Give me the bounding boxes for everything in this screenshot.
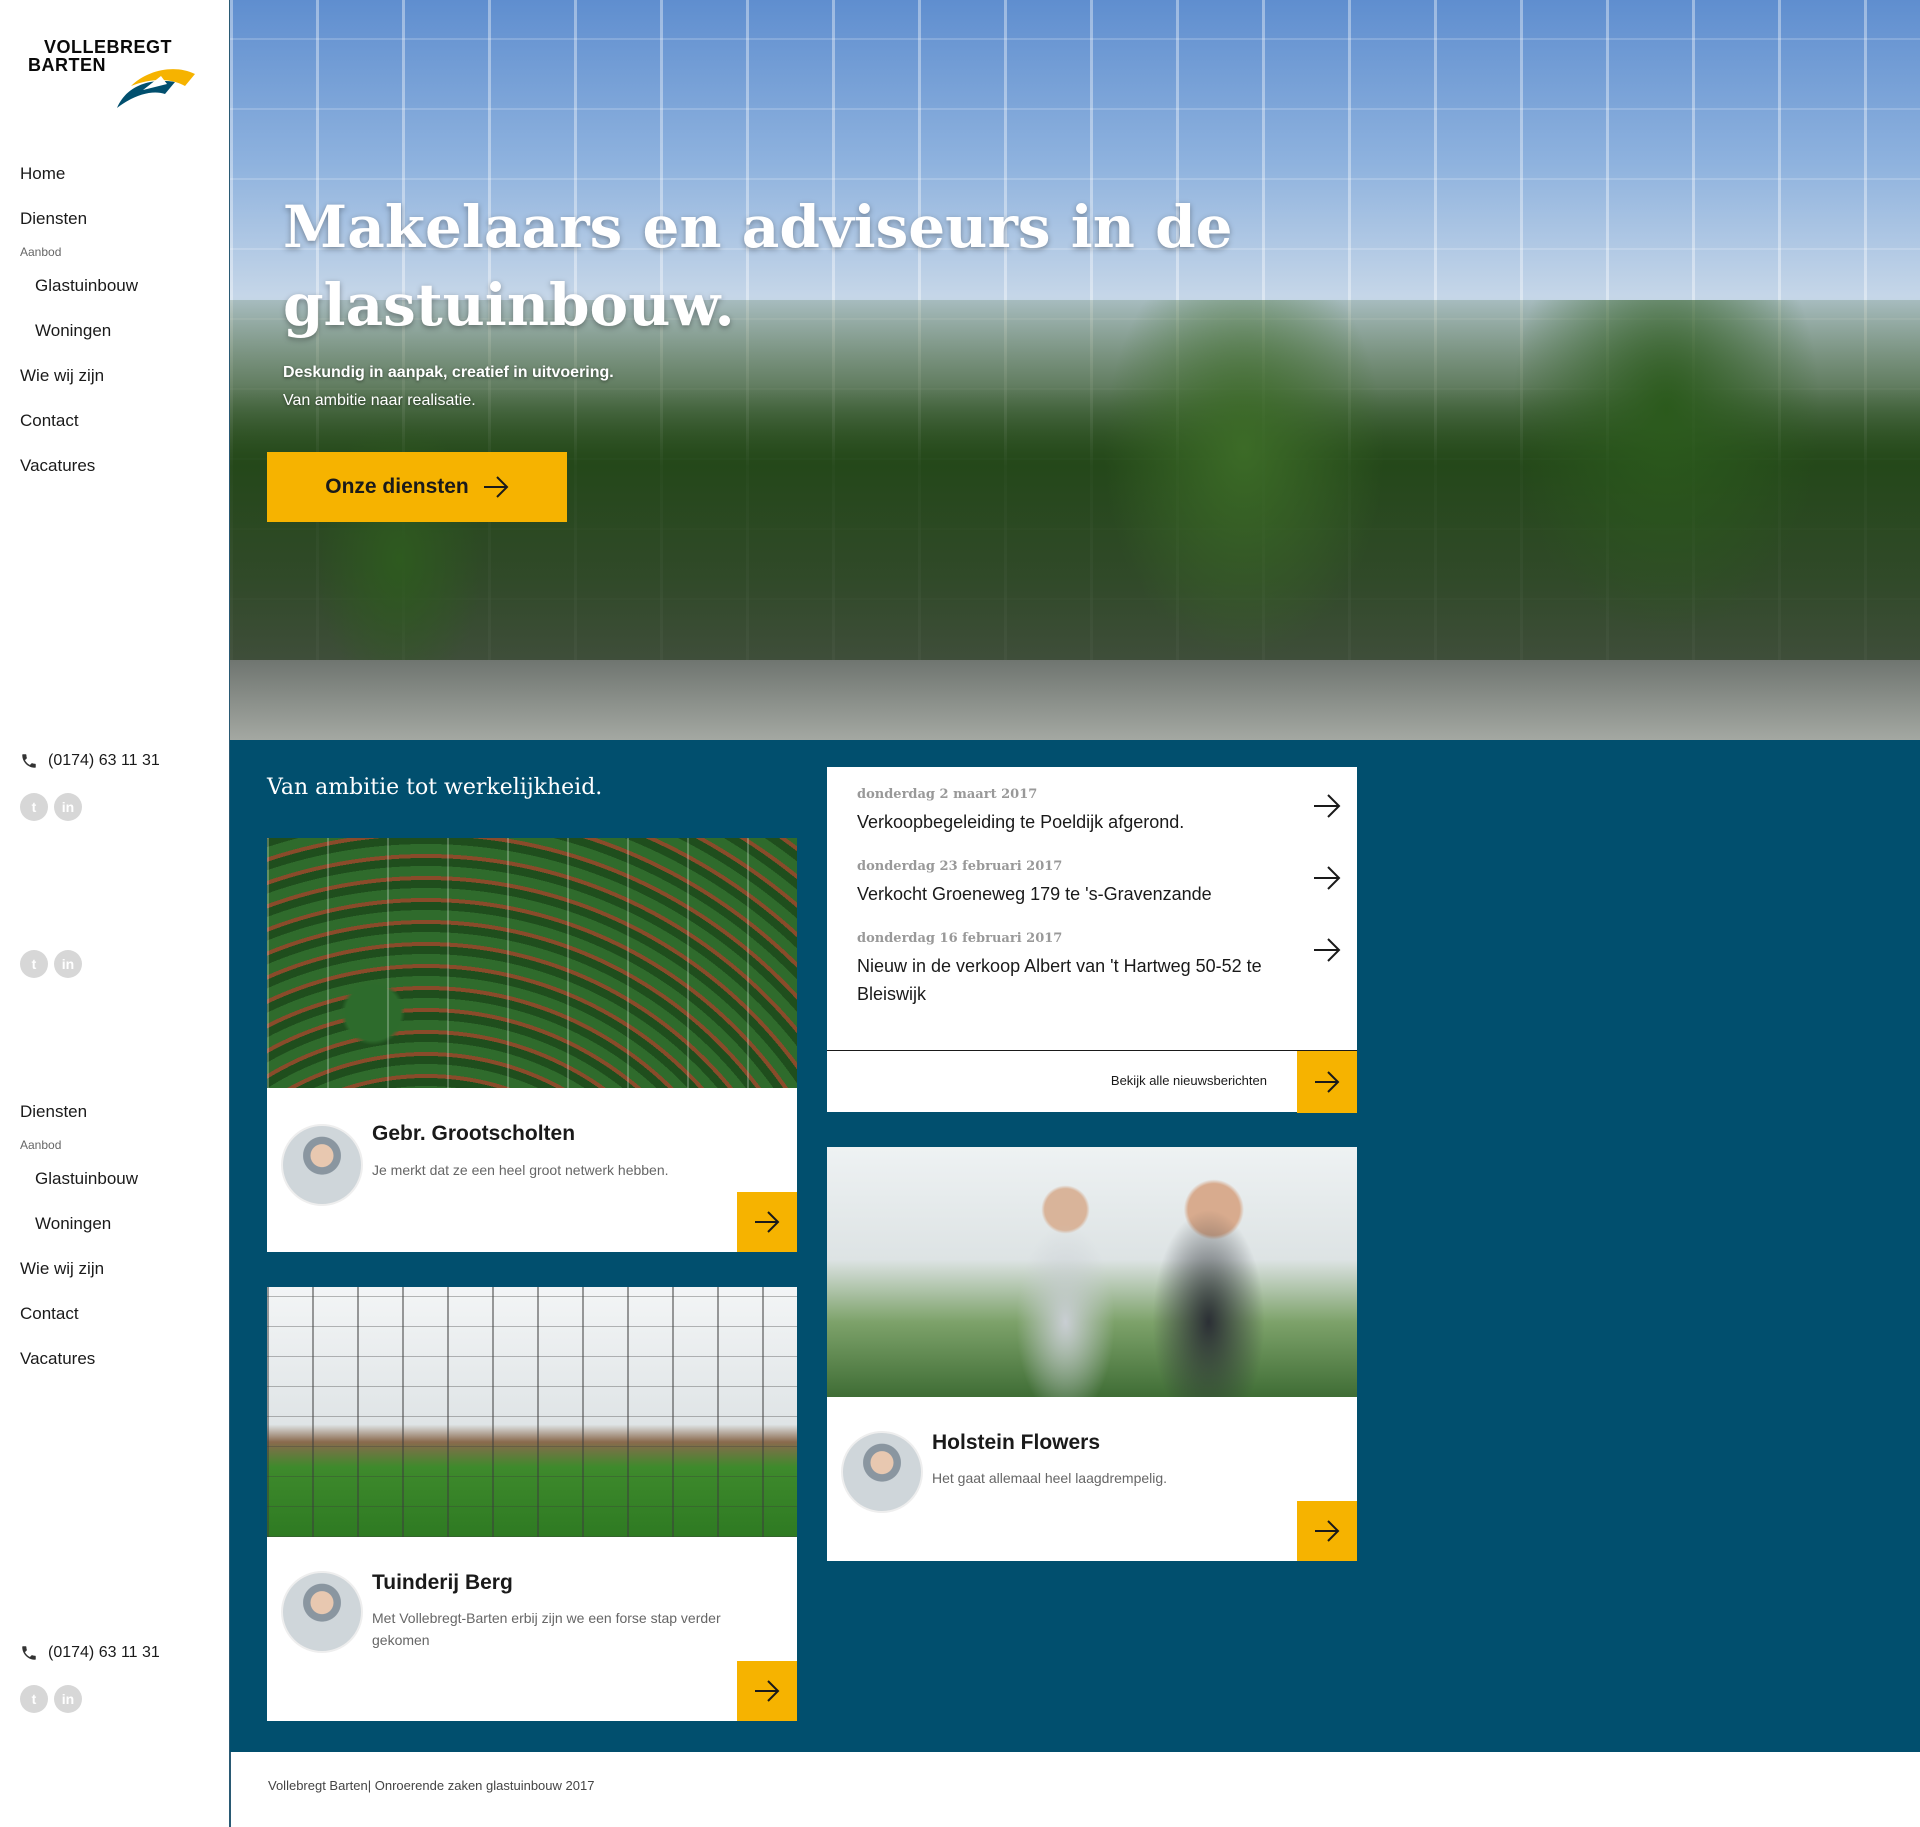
avatar bbox=[281, 1571, 363, 1653]
card-arrow-button[interactable] bbox=[737, 1192, 797, 1252]
nav-vacatures[interactable]: Vacatures bbox=[20, 1336, 138, 1381]
news-date: donderdag 16 februari 2017 bbox=[857, 931, 1063, 946]
all-news-link[interactable]: Bekijk alle nieuwsberichten bbox=[1111, 1073, 1267, 1088]
testimonial-card[interactable]: Gebr. Grootscholten Je merkt dat ze een … bbox=[267, 838, 797, 1252]
nav-glastuinbouw[interactable]: Glastuinbouw bbox=[20, 263, 138, 308]
page-footer: Vollebregt Barten| Onroerende zaken glas… bbox=[230, 1752, 1920, 1827]
services-button-label: Onze diensten bbox=[325, 475, 469, 498]
arrow-right-icon[interactable] bbox=[1313, 866, 1341, 890]
arrow-right-icon[interactable] bbox=[1313, 794, 1341, 818]
twitter-icon[interactable]: t bbox=[20, 1685, 48, 1713]
linkedin-icon[interactable]: in bbox=[54, 1685, 82, 1713]
phone-icon bbox=[22, 1646, 36, 1660]
nav-aanbod-label: Aanbod bbox=[20, 245, 62, 259]
nav-woningen[interactable]: Woningen bbox=[20, 308, 138, 353]
logo-mark-icon bbox=[117, 69, 195, 108]
nav-contact[interactable]: Contact bbox=[20, 1291, 138, 1336]
arrow-right-icon bbox=[755, 1680, 780, 1702]
footer-text: Vollebregt Barten| Onroerende zaken glas… bbox=[268, 1778, 595, 1793]
nav-home[interactable]: Home bbox=[20, 151, 138, 196]
card-photo bbox=[267, 1287, 797, 1537]
card-name: Holstein Flowers bbox=[932, 1431, 1101, 1454]
nav-vacatures[interactable]: Vacatures bbox=[20, 443, 138, 488]
arrow-right-icon bbox=[755, 1211, 780, 1233]
linkedin-icon[interactable]: in bbox=[54, 950, 82, 978]
nav-contact[interactable]: Contact bbox=[20, 398, 138, 443]
card-photo bbox=[267, 838, 797, 1088]
social-links-2: t in bbox=[20, 950, 82, 978]
nav-woningen[interactable]: Woningen bbox=[20, 1201, 138, 1246]
news-footer: Bekijk alle nieuwsberichten bbox=[827, 1050, 1357, 1113]
arrow-right-icon bbox=[1315, 1520, 1340, 1542]
logo[interactable]: VOLLEBREGT BARTEN bbox=[28, 36, 198, 116]
news-title: Verkoopbegeleiding te Poeldijk afgerond. bbox=[857, 812, 1185, 832]
phone[interactable]: (0174) 63 11 31 bbox=[20, 752, 160, 770]
phone-number: (0174) 63 11 31 bbox=[48, 1644, 160, 1661]
card-name: Tuinderij Berg bbox=[372, 1571, 513, 1594]
phone-number: (0174) 63 11 31 bbox=[48, 752, 160, 769]
nav-wie-wij-zijn[interactable]: Wie wij zijn bbox=[20, 1246, 138, 1291]
twitter-icon[interactable]: t bbox=[20, 950, 48, 978]
hero-subtitle: Van ambitie naar realisatie. bbox=[283, 392, 476, 409]
news-date: donderdag 23 februari 2017 bbox=[857, 859, 1063, 874]
linkedin-icon[interactable]: in bbox=[54, 793, 82, 821]
news-item[interactable]: donderdag 16 februari 2017 Nieuw in de v… bbox=[857, 931, 1297, 1008]
nav-aanbod-label: Aanbod bbox=[20, 1138, 62, 1152]
services-button[interactable]: Onze diensten bbox=[267, 452, 567, 522]
arrow-right-icon[interactable] bbox=[1313, 938, 1341, 962]
greenhouse-floor bbox=[230, 660, 1920, 740]
card-arrow-button[interactable] bbox=[1297, 1501, 1357, 1561]
phone-icon bbox=[22, 754, 36, 768]
avatar bbox=[841, 1431, 923, 1513]
phone-2[interactable]: (0174) 63 11 31 bbox=[20, 1644, 160, 1662]
logo-line2: BARTEN bbox=[28, 55, 106, 75]
social-links: t in bbox=[20, 793, 82, 821]
arrow-right-icon bbox=[483, 476, 509, 498]
news-title: Nieuw in de verkoop Albert van 't Hartwe… bbox=[857, 956, 1262, 1004]
card-photo bbox=[827, 1147, 1357, 1397]
sidebar: VOLLEBREGT BARTEN Home Diensten Aanbod G… bbox=[0, 0, 230, 1827]
card-quote: Je merkt dat ze een heel groot netwerk h… bbox=[372, 1162, 669, 1178]
testimonial-card[interactable]: Tuinderij Berg Met Vollebregt-Barten erb… bbox=[267, 1287, 797, 1721]
card-quote: Het gaat allemaal heel laagdrempelig. bbox=[932, 1470, 1168, 1486]
news-item[interactable]: donderdag 2 maart 2017 Verkoopbegeleidin… bbox=[857, 787, 1297, 836]
section-title: Van ambitie tot werkelijkheid. bbox=[267, 775, 603, 800]
card-arrow-button[interactable] bbox=[737, 1661, 797, 1721]
avatar bbox=[281, 1124, 363, 1206]
arrow-right-icon bbox=[1315, 1071, 1340, 1093]
news-item[interactable]: donderdag 23 februari 2017 Verkocht Groe… bbox=[857, 859, 1297, 908]
hero-subtitle-bold: Deskundig in aanpak, creatief in uitvoer… bbox=[283, 364, 614, 381]
logo-line1: VOLLEBREGT bbox=[44, 37, 173, 57]
twitter-icon[interactable]: t bbox=[20, 793, 48, 821]
footer-nav: Diensten Aanbod Glastuinbouw Woningen Wi… bbox=[20, 1089, 138, 1381]
card-name: Gebr. Grootscholten bbox=[372, 1122, 576, 1145]
news-title: Verkocht Groeneweg 179 te 's-Gravenzande bbox=[857, 884, 1212, 904]
nav-wie-wij-zijn[interactable]: Wie wij zijn bbox=[20, 353, 138, 398]
nav-diensten[interactable]: Diensten bbox=[20, 196, 138, 241]
social-links-3: t in bbox=[20, 1685, 82, 1713]
nav-glastuinbouw[interactable]: Glastuinbouw bbox=[20, 1156, 138, 1201]
news-date: donderdag 2 maart 2017 bbox=[857, 787, 1038, 802]
card-quote: Met Vollebregt-Barten erbij zijn we een … bbox=[372, 1610, 721, 1648]
hero-title: Makelaars en adviseurs in de glastuinbou… bbox=[283, 193, 1233, 339]
nav-diensten[interactable]: Diensten bbox=[20, 1089, 138, 1134]
all-news-button[interactable] bbox=[1297, 1051, 1357, 1113]
main-nav: Home Diensten Aanbod Glastuinbouw Woning… bbox=[20, 151, 138, 488]
news-panel: donderdag 2 maart 2017 Verkoopbegeleidin… bbox=[827, 767, 1357, 1113]
testimonial-card[interactable]: Holstein Flowers Het gaat allemaal heel … bbox=[827, 1147, 1357, 1561]
